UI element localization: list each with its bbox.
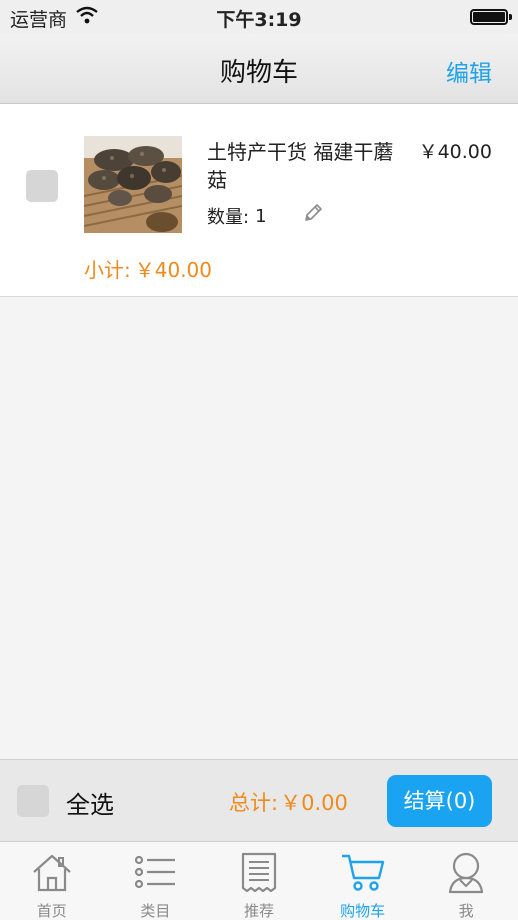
tab-cart[interactable]: 购物车 — [311, 842, 415, 920]
tab-label-home: 首页 — [36, 902, 67, 920]
subtotal-value: ￥40.00 — [134, 258, 213, 282]
subtotal-label: 小计: — [84, 258, 131, 282]
quantity-value: 1 — [255, 205, 267, 227]
product-image[interactable] — [84, 136, 182, 233]
pencil-icon[interactable] — [302, 202, 324, 224]
mushroom-photo — [84, 136, 182, 233]
tab-label-recommend: 推荐 — [243, 902, 274, 920]
list-icon — [135, 855, 176, 889]
product-name[interactable]: 土特产干货 福建干蘑菇 — [207, 138, 397, 194]
quantity-row: 数量: 1 — [207, 203, 267, 229]
status-bar: 运营商 下午3:19 — [0, 0, 518, 34]
home-icon — [33, 854, 71, 892]
total-label: 总计: — [229, 791, 279, 815]
product-price: ￥40.00 — [418, 141, 492, 163]
total: 总计: ￥0.00 — [229, 787, 348, 817]
tab-category[interactable]: 类目 — [104, 842, 208, 920]
tab-label-me: 我 — [458, 902, 474, 920]
item-checkbox[interactable] — [26, 170, 58, 202]
status-time: 下午3:19 — [216, 9, 302, 31]
checkout-button[interactable]: 结算(0) — [387, 775, 492, 827]
tab-label-category: 类目 — [140, 902, 171, 920]
user-icon — [449, 852, 484, 894]
page-title: 购物车 — [219, 58, 298, 88]
tab-home[interactable]: 首页 — [0, 842, 104, 920]
battery-icon — [470, 9, 512, 25]
tab-recommend[interactable]: 推荐 — [207, 842, 311, 920]
total-value: ￥0.00 — [280, 791, 348, 815]
navigation-bar: 购物车 编辑 — [0, 34, 518, 104]
subtotal: 小计: ￥40.00 — [84, 254, 212, 283]
edit-button[interactable]: 编辑 — [446, 54, 492, 88]
select-all-label[interactable]: 全选 — [66, 785, 114, 820]
tab-label-cart: 购物车 — [340, 902, 386, 920]
cart-icon — [341, 854, 384, 891]
tab-me[interactable]: 我 — [414, 842, 518, 920]
cart-item: 土特产干货 福建干蘑菇 ￥40.00 数量: 1 小计: ￥40.00 — [0, 104, 518, 297]
receipt-icon — [241, 852, 277, 893]
tab-bar: 首页 类目 推荐 购物车 我 — [0, 841, 518, 920]
select-all-checkbox[interactable] — [17, 785, 49, 817]
checkout-bar: 全选 总计: ￥0.00 结算(0) — [0, 759, 518, 841]
quantity-label: 数量: — [207, 207, 250, 228]
